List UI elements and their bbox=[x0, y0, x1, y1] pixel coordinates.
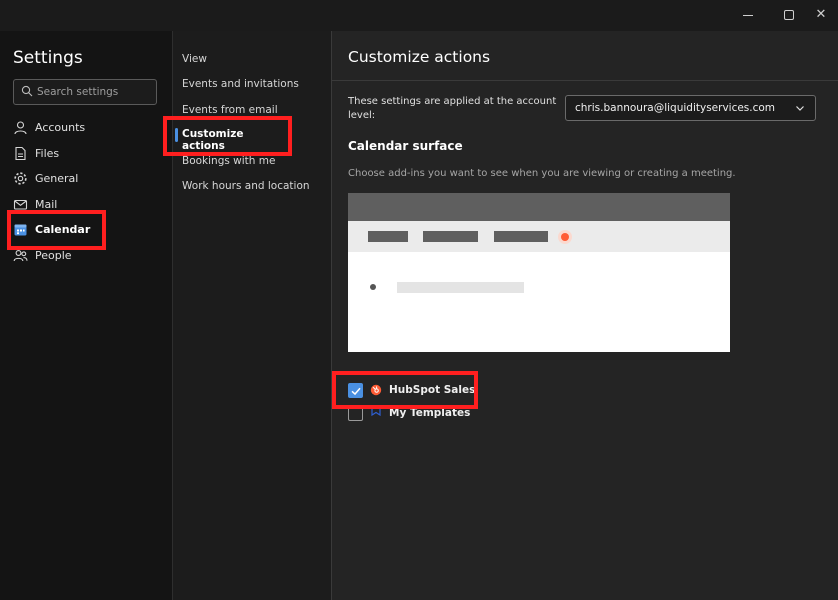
my-templates-checkbox[interactable] bbox=[348, 406, 363, 421]
sidebar-item-label: Mail bbox=[35, 198, 58, 211]
subnav-item-bookings-with-me[interactable]: Bookings with me bbox=[182, 155, 275, 167]
subnav-item-label: Customize actions bbox=[182, 128, 244, 152]
preview-line bbox=[397, 282, 524, 293]
sidebar-item-people[interactable]: People bbox=[13, 245, 163, 267]
panel-divider bbox=[331, 80, 838, 81]
gear-icon bbox=[14, 172, 27, 185]
calendar-surface-preview bbox=[348, 193, 730, 352]
checkmark-icon bbox=[351, 387, 361, 396]
maximize-button[interactable] bbox=[774, 4, 804, 26]
subnav-item-customize-actions[interactable]: Customize actions bbox=[172, 121, 284, 152]
selected-indicator bbox=[175, 128, 178, 142]
account-dropdown[interactable]: chris.bannoura@liquidityservices.com bbox=[565, 95, 816, 121]
person-icon bbox=[14, 121, 27, 135]
settings-title: Settings bbox=[13, 48, 83, 68]
calendar-subnav bbox=[172, 31, 331, 600]
addin-label: HubSpot Sales bbox=[389, 384, 476, 396]
sidebar-item-label: General bbox=[35, 172, 79, 185]
search-box[interactable] bbox=[13, 79, 157, 105]
account-dropdown-value: chris.bannoura@liquidityservices.com bbox=[575, 102, 776, 114]
preview-bullet bbox=[370, 284, 376, 290]
hubspot-icon bbox=[370, 384, 382, 396]
subnav-item-view[interactable]: View bbox=[182, 53, 207, 65]
sidebar-item-label: Files bbox=[35, 147, 60, 160]
sidebar-item-label: Calendar bbox=[35, 223, 91, 236]
hubspot-sales-checkbox[interactable] bbox=[348, 383, 363, 398]
minimize-button[interactable] bbox=[733, 4, 763, 26]
sidebar-item-general[interactable]: General bbox=[13, 168, 163, 190]
preview-toolbar-block bbox=[494, 231, 548, 242]
close-button[interactable]: ✕ bbox=[806, 4, 836, 26]
preview-toolbar-block bbox=[368, 231, 408, 242]
subnav-item-work-hours-and-location[interactable]: Work hours and location bbox=[182, 180, 310, 192]
search-icon bbox=[21, 85, 33, 97]
maximize-icon bbox=[784, 10, 794, 20]
sidebar-item-accounts[interactable]: Accounts bbox=[13, 117, 163, 139]
preview-header bbox=[348, 193, 730, 221]
file-icon bbox=[15, 146, 26, 161]
subnav-item-events-from-email[interactable]: Events from email bbox=[182, 104, 278, 116]
sidebar-item-mail[interactable]: Mail bbox=[13, 194, 163, 216]
hubspot-icon bbox=[558, 230, 572, 244]
search-input[interactable] bbox=[37, 83, 155, 101]
section-title: Calendar surface bbox=[348, 139, 463, 153]
sidebar-item-files[interactable]: Files bbox=[13, 143, 163, 165]
minimize-icon bbox=[743, 15, 753, 16]
sidebar-item-label: People bbox=[35, 249, 72, 262]
calendar-icon bbox=[14, 224, 27, 236]
preview-toolbar-block bbox=[423, 231, 478, 242]
close-icon: ✕ bbox=[815, 7, 827, 22]
templates-icon bbox=[371, 408, 381, 417]
preview-toolbar bbox=[348, 221, 730, 252]
addin-hubspot-sales[interactable]: HubSpot Sales bbox=[348, 381, 548, 399]
account-description: These settings are applied at the accoun… bbox=[348, 96, 557, 121]
section-description: Choose add-ins you want to see when you … bbox=[348, 168, 736, 179]
subnav-item-events-and-invitations[interactable]: Events and invitations bbox=[182, 78, 299, 90]
title-bar: ✕ bbox=[0, 0, 838, 31]
sidebar-item-label: Accounts bbox=[35, 121, 86, 134]
addin-label: My Templates bbox=[389, 407, 471, 419]
mail-icon bbox=[13, 199, 28, 210]
people-icon bbox=[13, 250, 28, 262]
panel-title: Customize actions bbox=[348, 48, 491, 66]
addin-my-templates[interactable]: My Templates bbox=[348, 404, 548, 422]
chevron-down-icon bbox=[796, 106, 804, 111]
sidebar-item-calendar[interactable]: Calendar bbox=[13, 219, 163, 241]
